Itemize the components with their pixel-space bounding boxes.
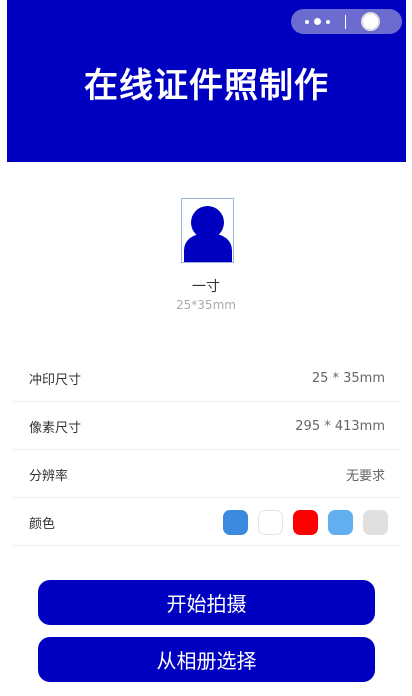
photo-preview-avatar-icon bbox=[181, 198, 234, 263]
color-swatches bbox=[223, 509, 388, 535]
spec-label: 颜色 bbox=[29, 516, 56, 532]
spec-label: 像素尺寸 bbox=[29, 420, 82, 436]
spec-label: 分辨率 bbox=[29, 468, 69, 484]
choose-from-album-button[interactable]: 从相册选择 bbox=[38, 637, 375, 682]
spec-row-pixel-size: 像素尺寸 295 * 413mm bbox=[13, 403, 401, 450]
page-title: 在线证件照制作 bbox=[84, 66, 329, 106]
capsule-divider bbox=[345, 14, 346, 29]
photo-size-name: 一寸 bbox=[192, 279, 220, 295]
photo-size-dimensions: 25*35mm bbox=[176, 298, 236, 312]
spec-row-color: 颜色 bbox=[13, 499, 401, 546]
spec-value: 295 * 413mm bbox=[295, 418, 385, 434]
spec-label: 冲印尺寸 bbox=[29, 372, 82, 388]
spec-row-resolution: 分辨率 无要求 bbox=[13, 451, 401, 498]
color-swatch[interactable] bbox=[363, 509, 388, 535]
more-menu-icon[interactable] bbox=[291, 18, 343, 25]
spec-value: 25 * 35mm bbox=[311, 370, 385, 386]
color-swatch[interactable] bbox=[223, 509, 248, 535]
start-capture-button[interactable]: 开始拍摄 bbox=[38, 580, 375, 625]
spec-row-print-size: 冲印尺寸 25 * 35mm bbox=[13, 355, 401, 402]
color-swatch[interactable] bbox=[293, 509, 318, 535]
close-circle-icon[interactable] bbox=[361, 12, 380, 31]
color-swatch[interactable] bbox=[258, 509, 283, 535]
color-swatch[interactable] bbox=[328, 509, 353, 535]
mini-program-capsule bbox=[291, 9, 402, 34]
spec-value: 无要求 bbox=[345, 468, 385, 484]
